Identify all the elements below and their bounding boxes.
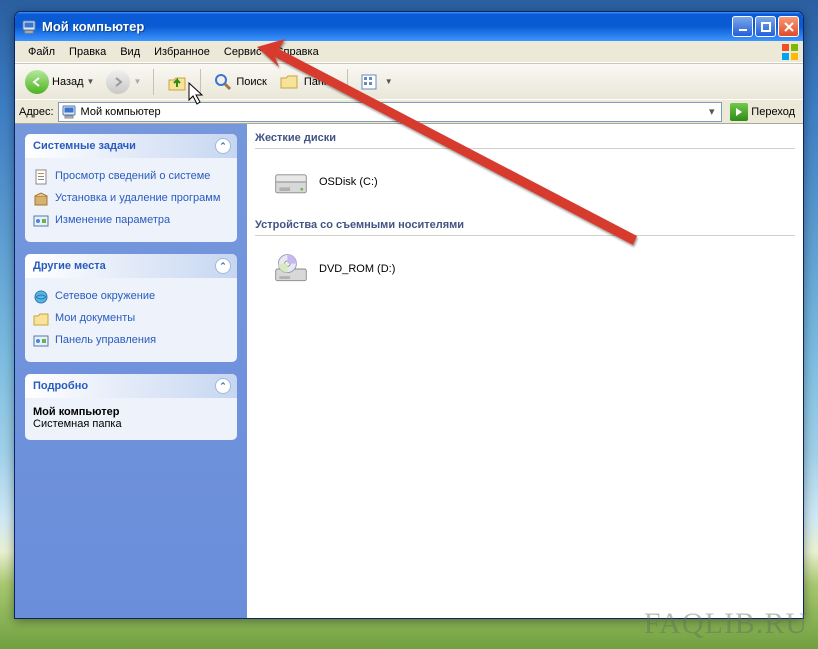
menu-service[interactable]: Сервис: [217, 44, 269, 60]
group-header-hdd: Жесткие диски: [255, 130, 795, 149]
addressbar: Адрес: Мой компьютер ▾ Переход: [15, 99, 803, 123]
main-area: Жесткие диски OSDisk (C:) Устройства со …: [247, 124, 803, 618]
panel-title: Системные задачи: [33, 140, 136, 152]
task-link-label: Просмотр сведений о системе: [55, 169, 210, 183]
address-label: Адрес:: [19, 106, 54, 118]
drive-label: DVD_ROM (D:): [319, 263, 395, 275]
close-button[interactable]: [778, 16, 799, 37]
menu-favorites[interactable]: Избранное: [147, 44, 217, 60]
detail-name: Мой компьютер: [33, 406, 229, 418]
go-label: Переход: [751, 106, 795, 118]
up-button[interactable]: [162, 68, 192, 96]
dropdown-arrow-icon: ▼: [87, 77, 95, 86]
forward-button[interactable]: ▼: [102, 68, 145, 96]
search-icon: [213, 72, 233, 92]
address-dropdown-icon[interactable]: ▾: [704, 105, 719, 118]
back-arrow-icon: [25, 70, 49, 94]
task-link-sysinfo[interactable]: Просмотр сведений о системе: [33, 166, 229, 188]
folder-icon: [33, 311, 49, 327]
titlebar[interactable]: Мой компьютер: [15, 12, 803, 41]
panel-other-places: Другие места ⌃ Сетевое окружение Мои док…: [25, 254, 237, 362]
place-link-controlpanel[interactable]: Панель управления: [33, 330, 229, 352]
back-label: Назад: [52, 76, 84, 88]
drive-label: OSDisk (C:): [319, 176, 378, 188]
toolbar: Назад ▼ ▼ Поиск: [15, 63, 803, 99]
panel-title: Подробно: [33, 380, 88, 392]
folders-label: Папки: [304, 76, 335, 88]
place-link-mydocs[interactable]: Мои документы: [33, 308, 229, 330]
address-value: Мой компьютер: [81, 106, 701, 118]
content-area: Системные задачи ⌃ Просмотр сведений о с…: [15, 123, 803, 618]
dropdown-arrow-icon: ▼: [133, 77, 141, 86]
windows-logo-icon: [781, 43, 799, 61]
search-label: Поиск: [236, 76, 266, 88]
controlpanel-icon: [33, 213, 49, 229]
task-link-addremove[interactable]: Установка и удаление программ: [33, 188, 229, 210]
chevron-up-icon[interactable]: ⌃: [215, 378, 231, 394]
toolbar-separator: [200, 69, 201, 95]
place-link-label: Сетевое окружение: [55, 289, 155, 303]
panel-title: Другие места: [33, 260, 106, 272]
box-icon: [33, 191, 49, 207]
maximize-button[interactable]: [755, 16, 776, 37]
folders-button[interactable]: Папки: [275, 68, 339, 96]
chevron-up-icon[interactable]: ⌃: [215, 258, 231, 274]
dropdown-arrow-icon: ▼: [385, 77, 393, 86]
task-link-changesetting[interactable]: Изменение параметра: [33, 210, 229, 232]
address-input[interactable]: Мой компьютер ▾: [58, 102, 723, 122]
menu-edit[interactable]: Правка: [62, 44, 113, 60]
panel-header[interactable]: Подробно ⌃: [25, 374, 237, 398]
menu-view[interactable]: Вид: [113, 44, 147, 60]
hdd-icon: [273, 167, 309, 197]
go-button[interactable]: Переход: [726, 102, 799, 122]
place-link-label: Панель управления: [55, 333, 156, 347]
drive-item-c[interactable]: OSDisk (C:): [255, 163, 795, 217]
task-sidebar: Системные задачи ⌃ Просмотр сведений о с…: [15, 124, 247, 618]
back-button[interactable]: Назад ▼: [21, 68, 98, 96]
task-link-label: Установка и удаление программ: [55, 191, 220, 205]
go-arrow-icon: [730, 103, 748, 121]
network-icon: [33, 289, 49, 305]
menubar: Файл Правка Вид Избранное Сервис Справка: [15, 41, 803, 63]
computer-icon: [61, 104, 77, 120]
views-button[interactable]: ▼: [356, 68, 397, 96]
chevron-up-icon[interactable]: ⌃: [215, 138, 231, 154]
document-icon: [33, 169, 49, 185]
minimize-button[interactable]: [732, 16, 753, 37]
place-link-label: Мои документы: [55, 311, 135, 325]
panel-system-tasks: Системные задачи ⌃ Просмотр сведений о с…: [25, 134, 237, 242]
toolbar-separator: [153, 69, 154, 95]
detail-type: Системная папка: [33, 418, 229, 430]
panel-details: Подробно ⌃ Мой компьютер Системная папка: [25, 374, 237, 440]
forward-arrow-icon: [106, 70, 130, 94]
task-link-label: Изменение параметра: [55, 213, 170, 227]
folder-up-icon: [166, 71, 188, 93]
dvdrom-icon: [273, 254, 309, 284]
panel-header[interactable]: Другие места ⌃: [25, 254, 237, 278]
toolbar-separator: [347, 69, 348, 95]
drive-item-d[interactable]: DVD_ROM (D:): [255, 250, 795, 304]
computer-icon: [21, 19, 37, 35]
views-icon: [360, 72, 382, 92]
place-link-network[interactable]: Сетевое окружение: [33, 286, 229, 308]
window-title: Мой компьютер: [42, 19, 730, 34]
controlpanel-icon: [33, 333, 49, 349]
menu-help[interactable]: Справка: [269, 44, 326, 60]
explorer-window: Мой компьютер Файл Правка Вид Избранное …: [14, 11, 804, 619]
panel-header[interactable]: Системные задачи ⌃: [25, 134, 237, 158]
group-header-removable: Устройства со съемными носителями: [255, 217, 795, 236]
watermark: FAQLIB.RU: [644, 607, 808, 641]
search-button[interactable]: Поиск: [209, 68, 270, 96]
menu-file[interactable]: Файл: [21, 44, 62, 60]
folders-icon: [279, 72, 301, 92]
